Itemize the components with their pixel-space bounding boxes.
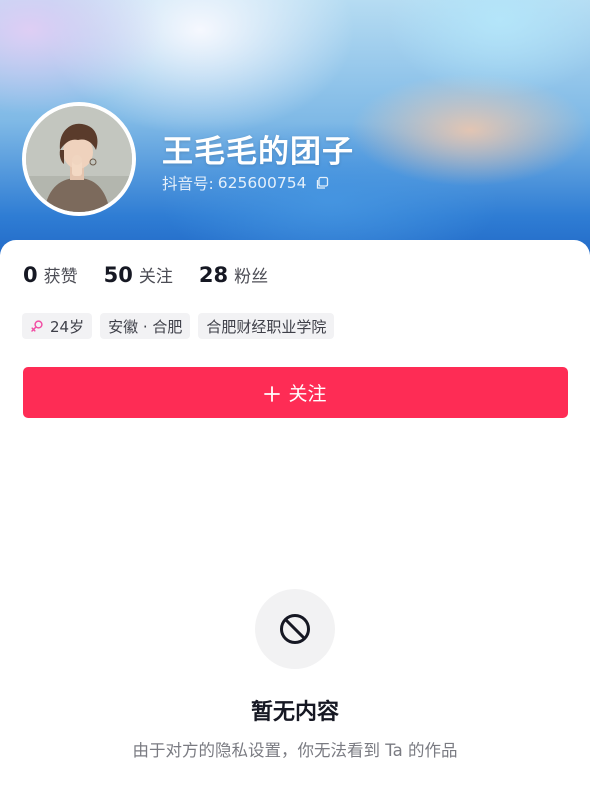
location-text: 安徽 · 合肥: [108, 317, 183, 336]
school-text: 合肥财经职业学院: [206, 317, 327, 336]
followers-label: 粉丝: [234, 267, 269, 287]
following-label: 关注: [138, 267, 173, 287]
avatar[interactable]: [22, 102, 136, 216]
profile-tags: 24岁 安徽 · 合肥 合肥财经职业学院: [22, 313, 335, 339]
profile-name: 王毛毛的团子: [162, 134, 354, 170]
stat-followers[interactable]: 28 粉丝: [199, 262, 268, 287]
avatar-image: [26, 106, 132, 212]
followers-count: 28: [198, 263, 229, 287]
douyin-id-value: 625600754: [217, 174, 307, 192]
profile-card: 0 获赞 50 关注 28 粉丝 24岁 安徽 · 合肥 合肥财经职业学院 关注…: [0, 240, 590, 800]
stat-following[interactable]: 50 关注: [104, 262, 173, 287]
douyin-id: 抖音号: 625600754: [162, 172, 329, 194]
empty-state-message: 由于对方的隐私设置，你无法看到 Ta 的作品: [132, 741, 458, 760]
empty-state-icon-wrap: [255, 589, 335, 669]
tag-location: 安徽 · 合肥: [100, 313, 191, 339]
copy-icon[interactable]: [315, 176, 329, 190]
douyin-id-label: 抖音号:: [162, 175, 214, 193]
following-count: 50: [103, 263, 133, 287]
stats-row: 0 获赞 50 关注 28 粉丝: [23, 262, 294, 287]
empty-state-title: 暂无内容: [250, 700, 339, 725]
plus-icon: [264, 385, 281, 402]
follow-button-label: 关注: [288, 383, 327, 405]
prohibited-icon: [280, 614, 310, 644]
follow-button[interactable]: 关注: [23, 367, 568, 418]
likes-label: 获赞: [43, 267, 78, 287]
likes-count: 0: [23, 263, 38, 287]
tag-age: 24岁: [22, 313, 93, 339]
female-icon: [30, 319, 44, 333]
profile-cover: 王毛毛的团子 抖音号: 625600754: [0, 0, 590, 270]
age-text: 24岁: [50, 317, 85, 336]
stat-likes[interactable]: 0 获赞: [23, 262, 78, 287]
tag-school: 合肥财经职业学院: [198, 313, 335, 339]
